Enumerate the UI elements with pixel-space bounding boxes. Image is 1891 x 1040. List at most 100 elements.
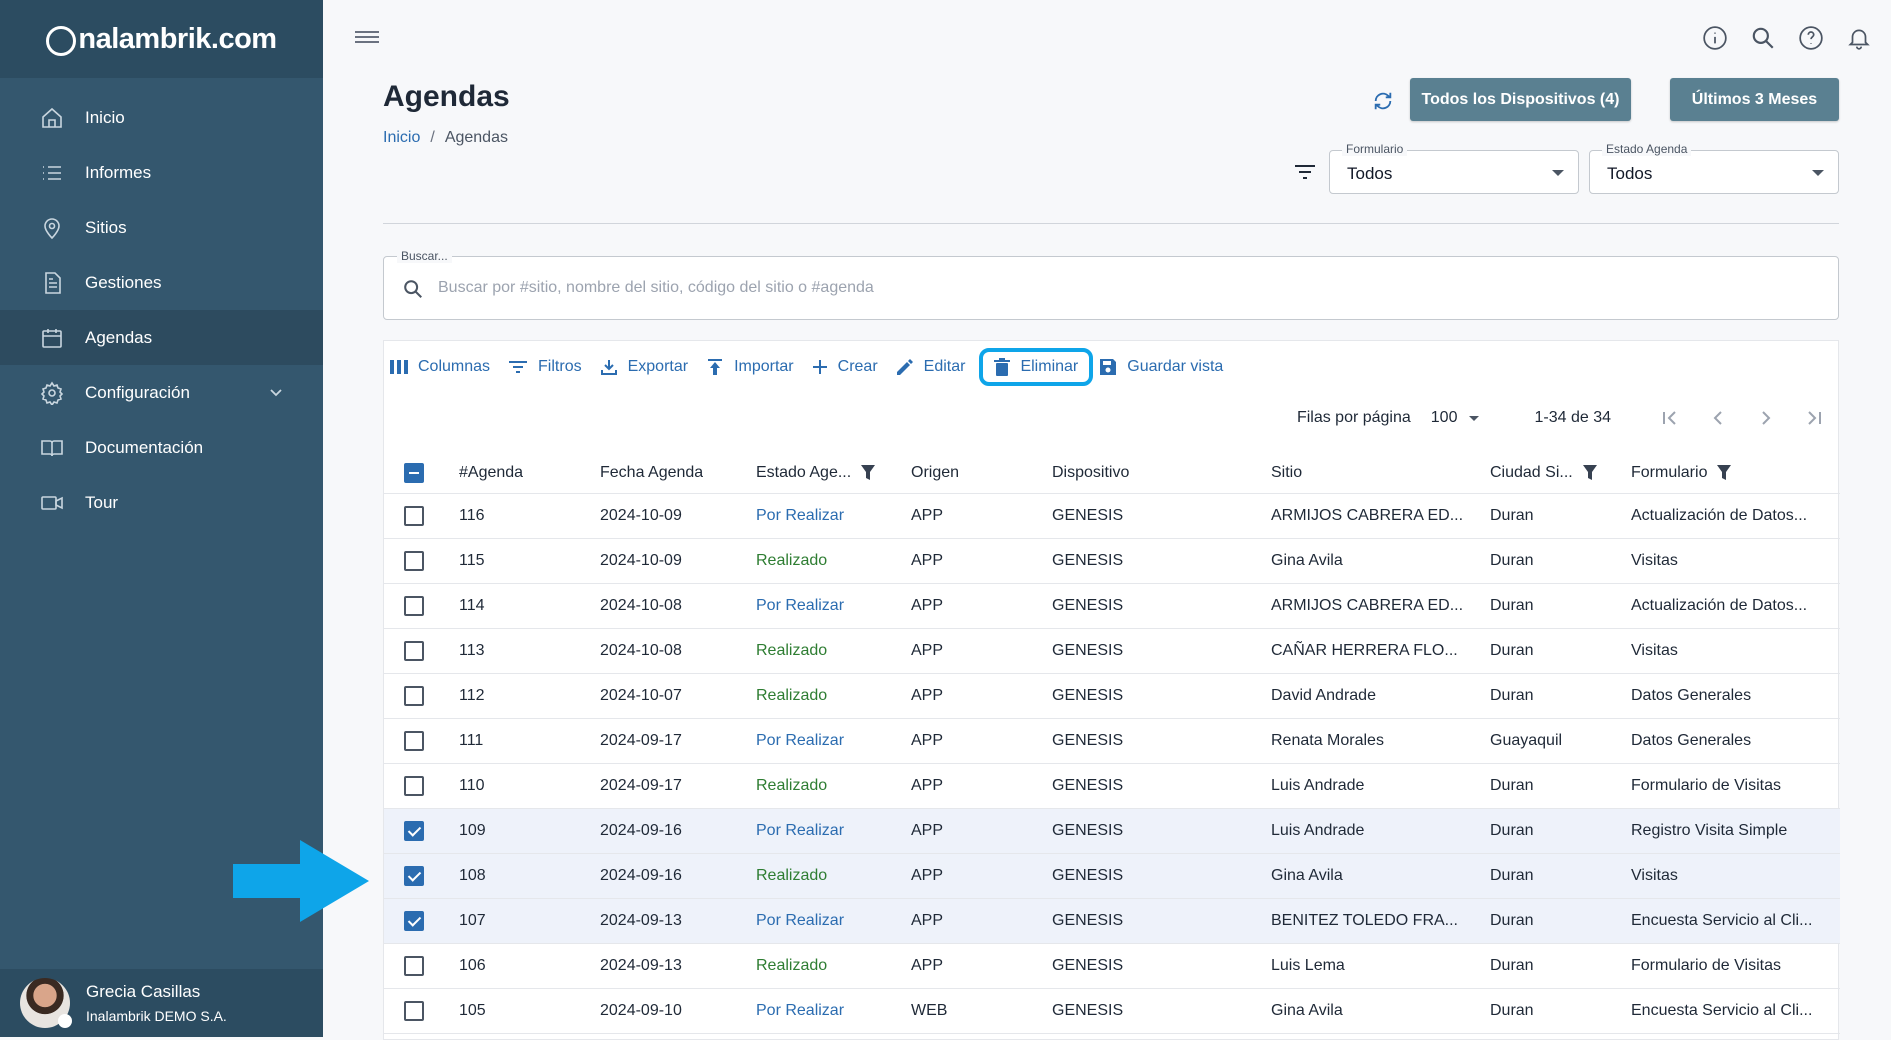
- table-row[interactable]: 111 2024-09-17 Por Realizar APP GENESIS Renat…: [384, 719, 1840, 764]
- row-checkbox[interactable]: [404, 944, 424, 988]
- sidebar-item-inicio[interactable]: Inicio: [0, 90, 323, 145]
- status-select[interactable]: Estado Agenda Todos: [1589, 142, 1839, 194]
- column-header-dispositivo[interactable]: Dispositivo: [1052, 453, 1129, 493]
- sidebar-item-label: Documentación: [85, 437, 204, 457]
- first-page-icon[interactable]: [1646, 410, 1694, 426]
- row-checkbox[interactable]: [404, 539, 424, 583]
- cell-dispositivo: GENESIS: [1052, 912, 1124, 929]
- filters-button[interactable]: Filtros: [508, 358, 582, 376]
- column-header-ciudad[interactable]: Ciudad Si...: [1490, 453, 1597, 493]
- sidebar-item-sitios[interactable]: Sitios: [0, 200, 323, 255]
- cell-fecha: 2024-09-13: [600, 957, 682, 974]
- create-button[interactable]: Crear: [812, 358, 878, 376]
- help-icon[interactable]: [1797, 24, 1825, 52]
- bell-icon[interactable]: [1845, 24, 1873, 52]
- column-header-formulario[interactable]: Formulario: [1631, 453, 1732, 493]
- table-row[interactable]: 109 2024-09-16 Por Realizar APP GENESIS Luis …: [384, 809, 1840, 854]
- row-checkbox[interactable]: [404, 989, 424, 1033]
- download-icon: [600, 360, 617, 375]
- cell-dispositivo: GENESIS: [1052, 732, 1124, 749]
- refresh-icon[interactable]: [1368, 86, 1398, 116]
- column-header-origen[interactable]: Origen: [911, 453, 959, 493]
- last-page-icon[interactable]: [1790, 410, 1838, 426]
- cell-origen: APP: [911, 507, 944, 524]
- filter-list-icon[interactable]: [1293, 162, 1317, 187]
- sidebar-item-informes[interactable]: Informes: [0, 145, 323, 200]
- cell-formulario: Datos Generales: [1631, 687, 1752, 704]
- last-3-months-button[interactable]: Últimos 3 Meses: [1670, 78, 1839, 121]
- prev-page-icon[interactable]: [1694, 410, 1742, 426]
- select-all-checkbox[interactable]: [404, 453, 424, 493]
- column-header-estado[interactable]: Estado Age...: [756, 453, 876, 493]
- edit-button[interactable]: Editar: [896, 358, 965, 376]
- sidebar-item-agendas[interactable]: Agendas: [0, 310, 323, 365]
- cell-sitio: David Andrade: [1271, 687, 1376, 704]
- cell-agenda: 110: [459, 777, 485, 794]
- data-grid: Columnas Filtros Exportar Importar Crear…: [383, 340, 1840, 1040]
- next-page-icon[interactable]: [1742, 410, 1790, 426]
- breadcrumb-link-inicio[interactable]: Inicio: [383, 129, 420, 146]
- row-checkbox[interactable]: [404, 494, 424, 538]
- search-input[interactable]: [438, 271, 1818, 305]
- table-row[interactable]: 110 2024-09-17 Realizado APP GENESIS Luis And…: [384, 764, 1840, 809]
- sidebar-item-gestiones[interactable]: Gestiones: [0, 255, 323, 310]
- sidebar-item-configuracion[interactable]: Configuración: [0, 365, 323, 420]
- row-checkbox[interactable]: [404, 899, 424, 943]
- form-select[interactable]: Formulario Todos: [1329, 142, 1579, 194]
- column-header-agenda[interactable]: #Agenda: [459, 453, 523, 493]
- column-header-sitio[interactable]: Sitio: [1271, 453, 1302, 493]
- cell-estado: Por Realizar: [756, 912, 845, 929]
- save-view-button[interactable]: Guardar vista: [1099, 358, 1223, 376]
- app-logo[interactable]: nalambrik.com: [0, 0, 323, 78]
- row-checkbox[interactable]: [404, 629, 424, 673]
- rows-per-page-label: Filas por página: [1296, 409, 1411, 426]
- table-row[interactable]: 115 2024-10-09 Realizado APP GENESIS Gina Avi…: [384, 539, 1840, 584]
- info-icon[interactable]: [1701, 24, 1729, 52]
- breadcrumb-current: Agendas: [444, 129, 508, 146]
- sidebar-item-label: Configuración: [85, 382, 190, 402]
- cell-ciudad: Duran: [1490, 867, 1534, 884]
- table-row[interactable]: 106 2024-09-13 Realizado APP GENESIS Luis Lem…: [384, 944, 1840, 989]
- user-profile[interactable]: Grecia Casillas Inalambrik DEMO S.A.: [0, 969, 323, 1037]
- cell-fecha: 2024-09-16: [600, 822, 682, 839]
- cell-agenda: 115: [459, 552, 485, 569]
- column-header-fecha[interactable]: Fecha Agenda: [600, 453, 703, 493]
- table-row[interactable]: 112 2024-10-07 Realizado APP GENESIS David An…: [384, 674, 1840, 719]
- sidebar-item-tour[interactable]: Tour: [0, 475, 323, 530]
- row-checkbox[interactable]: [404, 809, 424, 853]
- row-checkbox[interactable]: [404, 674, 424, 718]
- gear-icon: [40, 381, 64, 405]
- cell-origen: APP: [911, 597, 944, 614]
- table-row[interactable]: 114 2024-10-08 Por Realizar APP GENESIS ARMIJ…: [384, 584, 1840, 629]
- row-checkbox[interactable]: [404, 719, 424, 763]
- rows-per-page-select[interactable]: 100: [1431, 409, 1480, 427]
- cell-formulario: Registro Visita Simple: [1631, 822, 1788, 839]
- delete-button[interactable]: Eliminar: [979, 348, 1094, 386]
- row-checkbox[interactable]: [404, 764, 424, 808]
- sidebar-item-label: Agendas: [85, 327, 153, 347]
- all-devices-button[interactable]: Todos los Dispositivos (4): [1410, 78, 1631, 121]
- cell-ciudad: Duran: [1490, 777, 1534, 794]
- table-row[interactable]: 113 2024-10-08 Realizado APP GENESIS CAÑAR HE…: [384, 629, 1840, 674]
- cell-ciudad: Guayaquil: [1490, 732, 1563, 749]
- cell-formulario: Visitas: [1631, 642, 1678, 659]
- cell-sitio: ARMIJOS CABRERA ED...: [1271, 507, 1464, 524]
- logo-text: nalambrik.com: [78, 22, 277, 55]
- export-button[interactable]: Exportar: [600, 358, 688, 376]
- table-row[interactable]: 107 2024-09-13 Por Realizar APP GENESIS BENIT…: [384, 899, 1840, 944]
- chevron-down-icon[interactable]: [269, 384, 283, 404]
- table-row[interactable]: 105 2024-09-10 Por Realizar WEB GENESIS Gina …: [384, 989, 1840, 1034]
- home-icon: [40, 106, 64, 130]
- cell-agenda: 106: [459, 957, 486, 974]
- sidebar-item-documentacion[interactable]: Documentación: [0, 420, 323, 475]
- search-icon[interactable]: [1749, 24, 1777, 52]
- filter-icon: [509, 361, 528, 373]
- table-row[interactable]: 108 2024-09-16 Realizado APP GENESIS Gina Avi…: [384, 854, 1840, 899]
- row-checkbox[interactable]: [404, 584, 424, 628]
- table-row[interactable]: 116 2024-10-09 Por Realizar APP GENESIS ARMIJ…: [384, 494, 1840, 539]
- import-button[interactable]: Importar: [706, 358, 794, 376]
- row-checkbox[interactable]: [404, 854, 424, 898]
- form-select-value: Todos: [1347, 164, 1393, 183]
- columns-button[interactable]: Columnas: [390, 358, 490, 376]
- menu-toggle-icon[interactable]: [355, 28, 379, 48]
